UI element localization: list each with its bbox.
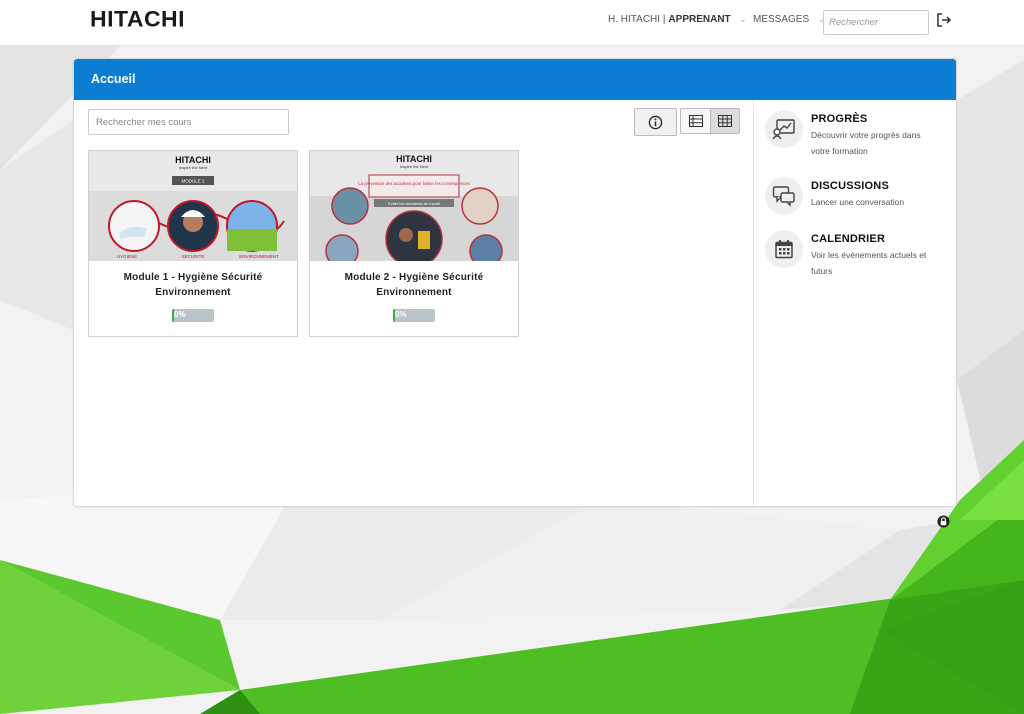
sidebar-item-discussions[interactable]: DISCUSSIONS Lancer une conversation [765,177,936,215]
sidebar-item-desc: Découvrir votre progrès dans votre forma… [811,130,921,156]
grid-view-button[interactable] [710,109,739,133]
thumb-badge: Eviter les accidents de travail [388,201,440,206]
course-title[interactable]: Module 2 - Hygiène Sécurité Environnemen… [310,270,518,300]
sidebar-item-title[interactable]: DISCUSSIONS [811,180,936,192]
thumb-brand: HITACHI [175,155,211,165]
top-navbar: HITACHI H. HITACHI | APPRENANT ⌄ MESSAGE… [0,0,1024,46]
user-role: APPRENANT [668,14,731,25]
thumb-tagline: Inspire the Next [179,165,208,170]
list-view-button[interactable] [681,109,710,133]
global-search-input[interactable] [823,10,929,35]
course-thumbnail: HITACHI Inspire the Next La prévention d… [310,151,518,261]
messages-label: MESSAGES [753,14,810,25]
list-view-icon [688,115,703,127]
sidebar-item-desc: Voir les événements actuels et futurs [811,250,927,276]
main-panel: Accueil Rechercher mes cours HITACHI Ins… [73,58,957,507]
info-icon [648,115,663,129]
thumb-caption: SECURITE [182,254,205,259]
sidebar-item-calendrier[interactable]: CALENDRIER Voir les événements actuels e… [765,230,936,279]
user-name: H. HITACHI | [608,14,666,25]
thumb-tagline: Inspire the Next [400,164,429,169]
course-progress-bar: 0% [393,309,435,322]
grid-view-icon [718,115,732,127]
progress-label: 0% [174,310,186,319]
page-title: Accueil [74,59,956,100]
chat-bubbles-icon [765,177,803,215]
course-card[interactable]: HITACHI Inspire the Next MODULE 1 HYGIEN… [88,150,298,337]
sidebar-item-title[interactable]: CALENDRIER [811,233,936,245]
progress-label: 0% [395,310,407,319]
logout-icon[interactable] [936,12,952,28]
course-card[interactable]: HITACHI Inspire the Next La prévention d… [309,150,519,337]
view-toggle [680,108,740,134]
course-thumbnail: HITACHI Inspire the Next MODULE 1 HYGIEN… [89,151,297,261]
chevron-down-icon: ⌄ [739,15,747,24]
thumb-caption: ENVIRONNEMENT [239,254,279,259]
sidebar-divider [753,100,754,506]
course-progress-bar: 0% [172,309,214,322]
hitachi-logo[interactable]: HITACHI [90,7,185,33]
thumb-caption: HYGIENE [117,254,137,259]
lock-icon[interactable] [937,515,950,528]
progress-chart-icon [765,110,803,148]
calendar-icon [765,230,803,268]
messages-menu[interactable]: MESSAGES ⌄ [753,14,825,25]
course-title[interactable]: Module 1 - Hygiène Sécurité Environnemen… [89,270,297,300]
user-menu[interactable]: H. HITACHI | APPRENANT ⌄ [608,14,746,25]
course-search-input[interactable] [88,109,289,135]
thumb-badge: MODULE 1 [181,179,205,184]
info-button[interactable] [634,108,677,136]
thumb-headline: La prévention des accidents pour limiter… [358,181,470,186]
thumb-brand: HITACHI [396,154,432,164]
sidebar-item-progres[interactable]: PROGRÈS Découvrir votre progrès dans vot… [765,110,936,159]
sidebar-item-title[interactable]: PROGRÈS [811,113,936,125]
sidebar-item-desc: Lancer une conversation [811,197,905,207]
